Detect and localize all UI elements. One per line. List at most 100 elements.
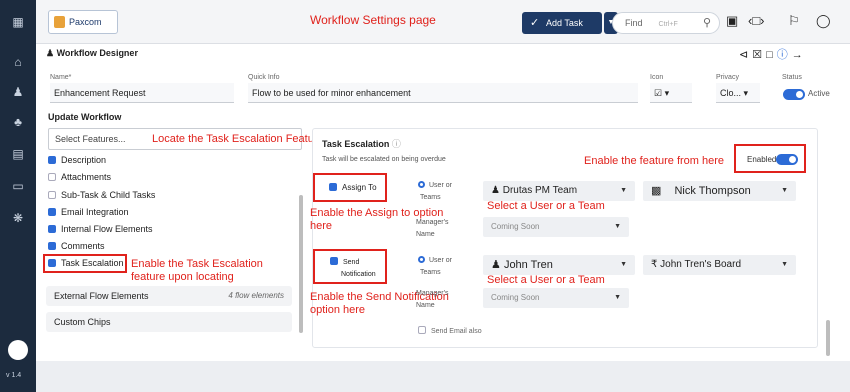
users-icon[interactable]: ♟ [9,83,27,101]
copy-icon[interactable]: □ [766,49,777,61]
custom-chips[interactable]: Custom Chips [46,312,292,332]
find-input[interactable]: Find Ctrl+F ⚲ [612,12,720,34]
find-shortcut: Ctrl+F [658,21,678,28]
external-label: External Flow Elements [54,291,149,301]
external-count: 4 flow elements [228,291,284,300]
add-task-label: Add Task [546,18,583,28]
send-email-checkbox[interactable]: Send Email also [418,326,482,335]
book-icon[interactable]: ▤ [9,145,27,163]
feature-item[interactable]: Attachments [48,172,111,182]
designer-title: Workflow Designer [56,48,138,58]
send-user-dropdown[interactable]: ♟ John Tren ▼ [483,255,635,275]
calendar-icon[interactable]: ▣ [726,13,738,29]
feature-item[interactable]: Email Integration [48,207,129,217]
share-icon[interactable]: ⊲ [739,49,752,61]
feature-label: Email Integration [61,207,129,217]
escalation-subtitle: Task will be escalated on being overdue [322,156,446,163]
home-icon[interactable]: ⌂ [9,53,27,71]
update-workflow-title: Update Workflow [48,112,122,122]
icon-select[interactable]: ☑ ▾ [650,83,692,103]
assign-to-label: Assign To [342,183,377,192]
user-icon: ♟ [491,259,501,271]
annotation-select-user-1: Select a User or a Team [487,200,605,212]
quick-info-label: Quick Info [248,74,280,81]
status-toggle[interactable] [783,89,805,100]
escalation-enable-toggle[interactable] [776,154,798,165]
avatar[interactable] [8,340,28,360]
feature-select-placeholder: Select Features... [55,134,126,144]
version-label: v 1.4 [6,372,22,379]
checkbox-icon[interactable] [48,191,56,199]
checkbox-icon[interactable] [330,257,338,265]
team-icon[interactable]: ♣ [9,113,27,131]
bulb-icon[interactable]: ❋ [9,209,27,227]
assign-managers-dropdown[interactable]: Coming Soon ▼ [483,217,629,237]
send-board-dropdown[interactable]: ₹ John Tren's Board ▼ [643,255,796,275]
user-card-icon: ▩ [651,185,662,197]
chat-icon[interactable]: ▭ [9,177,27,195]
chevron-down-icon: ▼ [781,261,788,268]
feature-label: Attachments [61,172,112,182]
assign-user-value: Nick Thompson [674,185,751,197]
profile-icon[interactable]: ◯ [816,13,831,29]
external-flow-elements[interactable]: External Flow Elements 4 flow elements [46,286,292,306]
feature-item[interactable]: Comments [48,241,105,251]
privacy-value: Clo... [720,88,742,98]
annotation-escalation-1: Enable the Task Escalation [131,258,263,270]
checkbox-icon[interactable] [329,183,337,191]
assign-to-checkbox[interactable]: Assign To [329,183,377,192]
send-managers-dropdown[interactable]: Coming Soon ▼ [483,288,629,308]
privacy-select[interactable]: Clo... ▾ [716,83,760,103]
quick-info-field[interactable]: Flow to be used for minor enhancement [248,83,638,103]
send-user-value: John Tren [503,259,553,271]
send-notification-checkbox[interactable]: Send Notification [330,257,376,281]
send-email-label: Send Email also [431,328,482,335]
notifications-icon[interactable]: ⚐ [788,13,800,29]
radio-icon[interactable] [418,181,425,188]
history-nav-icon[interactable]: ‹□› [748,13,765,28]
name-label: Name* [50,74,72,81]
privacy-label: Privacy [716,74,739,81]
send-board-value: John Tren's Board [660,259,742,270]
brand-label: Paxcom [69,17,102,27]
search-icon[interactable]: ⚲ [703,13,711,33]
feature-item[interactable]: Description [48,155,106,165]
icon-label: Icon [650,74,664,81]
feature-label: Comments [61,241,105,251]
send-radio[interactable]: User or Teams [418,255,452,279]
assign-user-dropdown[interactable]: ▩ Nick Thompson ▼ [643,181,796,201]
left-scrollbar[interactable] [299,195,303,333]
assign-coming-soon: Coming Soon [491,222,540,231]
add-task-button[interactable]: ✓ Add Task ▼ [522,12,618,34]
help-icon[interactable]: ⓘ [777,49,792,61]
feature-item[interactable]: Sub-Task & Child Tasks [48,190,155,200]
feature-label: Internal Flow Elements [61,224,153,234]
arrow-right-icon[interactable]: → [792,49,807,61]
team-icon: ♟ [491,185,500,196]
radio-label-2: Teams [420,194,441,201]
checkbox-icon[interactable] [48,242,56,250]
escalation-title-text: Task Escalation [322,139,390,149]
managers-label-1: Manager's [416,219,449,226]
assign-team-value: Drutas PM Team [502,185,578,196]
radio-icon[interactable] [418,256,425,263]
designer-toolbar: ⊲☒□ⓘ→ [739,46,807,62]
send-coming-soon: Coming Soon [491,293,540,302]
checkbox-icon[interactable] [48,225,56,233]
brand-button[interactable]: Paxcom [48,10,118,34]
feature-item[interactable]: Internal Flow Elements [48,224,153,234]
assign-radio[interactable]: User or Teams [418,180,452,204]
checkbox-icon[interactable] [418,326,426,334]
delete-icon[interactable]: ☒ [752,49,766,61]
assign-team-dropdown[interactable]: ♟ Drutas PM Team ▼ [483,181,635,201]
info-icon: ⓘ [391,139,401,149]
annotation-send-2: option here [310,304,366,316]
checkbox-icon[interactable] [48,208,56,216]
radio-label: User or [429,182,452,189]
apps-grid-icon[interactable]: ▦ [9,13,27,31]
name-field[interactable]: Enhancement Request [50,83,234,103]
annotation-select-user-2: Select a User or a Team [487,274,605,286]
checkbox-icon[interactable] [48,173,56,181]
checkbox-icon[interactable] [48,156,56,164]
right-scrollbar[interactable] [826,320,830,356]
